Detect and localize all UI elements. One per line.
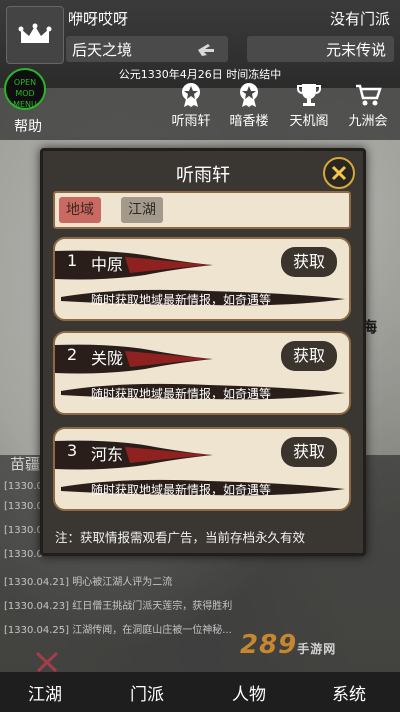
trophy-icon xyxy=(297,84,321,106)
close-icon xyxy=(331,165,347,181)
tingyuxuan-dialog: 听雨轩 地域 江湖 1 中原 获取 随时获取地域最新情报，如奇遇等 2 关陇 获… xyxy=(40,148,366,556)
card-region: 中原 xyxy=(91,255,124,274)
bottom-nav-xitong[interactable]: 系统 xyxy=(332,680,366,705)
card-description: 随时获取地域最新情报，如奇遇等 xyxy=(91,483,272,497)
card-region: 河东 xyxy=(91,445,124,464)
close-button[interactable] xyxy=(323,157,355,189)
nav-anxianglou-label: 暗香楼 xyxy=(229,114,269,129)
bottom-nav-menpai[interactable]: 门派 xyxy=(130,680,164,705)
medal-icon xyxy=(240,83,258,107)
crown-icon xyxy=(18,23,52,43)
nav-tianjige-label: 天机阁 xyxy=(289,114,329,129)
region-card: 1 中原 获取 随时获取地域最新情报，如奇遇等 xyxy=(53,237,351,321)
bottom-nav-jianghu[interactable]: 江湖 xyxy=(28,680,62,705)
card-region: 关陇 xyxy=(91,349,124,368)
top-bar: 咿呀哎呀 没有门派 后天之境 元末传说 公元1330年4月26日 时间冻结中 xyxy=(0,0,400,88)
nav-jiuzhouhui[interactable]: 九洲会 xyxy=(343,82,393,129)
avatar[interactable] xyxy=(6,6,64,64)
date-status: 公元1330年4月26日 时间冻结中 xyxy=(118,68,282,81)
region-card: 2 关陇 获取 随时获取地域最新情报，如奇遇等 xyxy=(53,331,351,415)
nav-anxianglou[interactable]: 暗香楼 xyxy=(224,82,274,129)
help-label[interactable]: 帮助 xyxy=(14,116,42,136)
nav-tingyuxuan[interactable]: 听雨轩 xyxy=(166,82,216,129)
get-button[interactable]: 获取 xyxy=(281,437,337,467)
medal-icon xyxy=(182,83,200,107)
tab-jianghu[interactable]: 江湖 xyxy=(121,197,163,223)
pointer-hand-icon xyxy=(198,44,214,56)
feature-row: OPEN MOD MENU 帮助 听雨轩 暗香楼 天机阁 九洲会 xyxy=(0,68,400,140)
brush-stroke-header xyxy=(55,440,213,470)
card-number: 1 xyxy=(67,251,78,270)
player-name: 咿呀哎呀 xyxy=(68,10,129,28)
tab-region[interactable]: 地域 xyxy=(59,197,101,223)
title-box[interactable]: 元末传说 xyxy=(247,36,394,62)
mod-menu-button[interactable]: OPEN MOD MENU xyxy=(4,68,46,110)
realm-label: 后天之境 xyxy=(72,41,133,59)
card-number: 2 xyxy=(67,345,78,364)
title-label: 元末传说 xyxy=(325,41,386,59)
card-description: 随时获取地域最新情报，如奇遇等 xyxy=(91,387,272,401)
realm-box[interactable]: 后天之境 xyxy=(66,36,228,62)
region-card: 3 河东 获取 随时获取地域最新情报，如奇遇等 xyxy=(53,427,351,511)
cart-icon xyxy=(356,84,382,106)
get-button[interactable]: 获取 xyxy=(281,247,337,277)
get-button[interactable]: 获取 xyxy=(281,341,337,371)
nav-jiuzhouhui-label: 九洲会 xyxy=(348,114,388,129)
brush-stroke-header xyxy=(55,250,213,280)
dialog-note: 注：获取情报需观看广告，当前存档永久有效 xyxy=(55,530,306,545)
card-description: 随时获取地域最新情报，如奇遇等 xyxy=(91,293,272,307)
bottom-nav-renwu[interactable]: 人物 xyxy=(232,680,266,705)
player-sect: 没有门派 xyxy=(329,10,390,28)
bottom-nav: 江湖 门派 人物 系统 xyxy=(0,672,400,712)
dialog-title: 听雨轩 xyxy=(176,165,230,186)
card-number: 3 xyxy=(67,441,78,460)
dialog-tabs: 地域 江湖 xyxy=(53,191,351,229)
nav-tingyuxuan-label: 听雨轩 xyxy=(171,114,211,129)
nav-tianjige[interactable]: 天机阁 xyxy=(284,82,334,129)
brush-stroke-header xyxy=(55,344,213,374)
